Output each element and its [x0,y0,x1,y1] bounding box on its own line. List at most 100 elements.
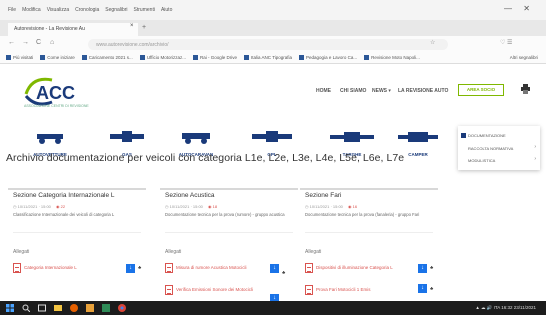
attachment-link[interactable]: Categoria Internazionale L [13,262,77,273]
bookmark-item[interactable]: Più visitati [6,55,33,60]
search-icon[interactable] [22,304,30,312]
attachment-link[interactable]: Prova Fari Motocicli 1 Emis [305,284,371,295]
bookmark-icon [299,55,305,60]
attachment-name: Categoria Internazionale L [24,265,77,270]
bookmark-item[interactable]: Revisione Moto Napoli... [364,55,420,60]
bookmark-item[interactable]: Caricamento 2021 s... [81,55,133,60]
url-bar[interactable]: www.autorevisione.com/archivio/ [88,39,448,50]
back-icon[interactable]: ← [8,39,15,46]
bookmark-icon [139,55,145,60]
navigation-bar: ← → C ⌂ www.autorevisione.com/archivio/ … [0,36,546,52]
forward-icon[interactable]: → [22,39,29,46]
nav-news-label: NEWS [372,88,387,94]
attachment-name: Misura di rumore Acustica Motocicli [176,265,247,270]
card-description: Classificazione Internazionale dei veico… [13,212,115,217]
camper-icon[interactable] [398,130,438,144]
card-title[interactable]: Sezione Acustica [165,192,215,199]
pdf-icon [305,284,313,295]
bookmark-item[interactable]: Ufficio Motorizzaz... [139,55,186,60]
pdf-icon [13,262,21,273]
task-view-icon[interactable] [38,304,46,312]
firefox-icon[interactable] [70,304,78,312]
bookmark-label: Caricamento 2021 s... [88,55,133,60]
attachment-name: Prova Fari Motocicli 1 Emis [316,287,371,292]
bookmark-item[interactable]: Rai - Google Drive [193,55,237,60]
share-icon[interactable]: ♣ [430,265,433,271]
card-title[interactable]: Sezione Categoria Internazionale L [13,192,115,199]
file-explorer-icon[interactable] [54,304,62,312]
card-meta: ◷ 10/11/2021 · 15:00 ◉ 18 [165,204,217,209]
bookmark-item[interactable]: Italia ANC Tipografia [244,55,292,60]
menu-edit[interactable]: Modifica [22,7,41,13]
home-icon[interactable]: ⌂ [50,39,54,46]
card-date: 10/11/2021 · 15:00 [309,204,343,209]
nav-home[interactable]: HOME [316,88,331,94]
menu-view[interactable]: Visualizza [47,7,69,13]
download-button[interactable]: ↓ [270,264,279,273]
bookmark-icon [244,55,250,60]
app-icon[interactable] [102,304,110,312]
menu-tools[interactable]: Strumenti [134,7,155,13]
autocaravan-icon[interactable] [180,130,212,144]
bookmark-item[interactable]: Pedagogia e Lavoro Ca... [299,55,357,60]
printer-icon[interactable] [521,84,530,94]
share-icon[interactable]: ♣ [282,270,285,276]
tab-close-icon[interactable]: × [130,23,134,29]
windows-start-icon[interactable] [6,304,14,312]
gas-icon[interactable] [110,130,144,144]
area-socio-button[interactable]: AREA SOCIO [458,84,504,96]
menu-item-modulistica[interactable]: MODULISTICA [468,158,495,163]
share-icon[interactable]: ♣ [430,286,433,292]
card-date: 10/11/2021 · 15:00 [169,204,203,209]
menu-history[interactable]: Cronologia [75,7,99,13]
bookmark-label: Italia ANC Tipografia [251,55,293,60]
site-header: ACC ASSOCIAZIONE CENTRI DI REVISIONE HOM… [0,64,546,124]
menu-help[interactable]: Aiuto [161,7,172,13]
attachment-link[interactable]: Verifica Emissioni Sonore dei Motocicli [165,284,253,295]
toolbar-icons[interactable]: ♡ ☰ [500,39,512,46]
hits-icon: ◉ 22 [56,204,66,209]
new-tab-button[interactable]: + [142,24,146,31]
os-taskbar: ▲ ☁ 🔊 ITA 16:32 23/11/2021 [0,301,546,315]
vehicle-label[interactable]: CAMPER [408,152,428,157]
reload-icon[interactable]: C [36,39,41,46]
hits-icon: ◉ 16 [348,204,358,209]
bookmark-icon [81,55,87,60]
menu-item-documentazione[interactable]: DOCUMENTAZIONE [468,133,506,138]
system-tray[interactable]: ▲ ☁ 🔊 ITA 16:32 23/11/2021 [475,305,536,311]
download-button[interactable]: ↓ [418,264,427,273]
minimize-button[interactable]: — [504,4,512,13]
menu-item-raccolta-normativa[interactable]: RACCOLTA NORMATIVA [468,146,513,151]
page-title: Archivio documentazione per veicoli con … [6,152,405,164]
chevron-right-icon: › [534,156,536,162]
gpl-icon[interactable] [252,130,292,144]
bookmark-item[interactable]: Come iniziare [40,55,75,60]
other-bookmarks[interactable]: Altri segnalibri [510,55,538,60]
svg-text:ACC: ACC [36,83,75,103]
menu-file[interactable]: File [8,7,16,13]
targhe-icon[interactable] [330,130,374,144]
attachment-link[interactable]: Misura di rumore Acustica Motocicli [165,262,247,273]
divider [13,232,141,233]
chrome-icon[interactable] [118,304,126,312]
download-button[interactable]: ↓ [418,284,427,293]
browser-window: File Modifica Visualizza Cronologia Segn… [0,0,546,315]
share-icon[interactable]: ♣ [138,265,141,271]
menu-bookmarks[interactable]: Segnalibri [105,7,127,13]
card-date: 10/11/2021 · 15:00 [17,204,51,209]
bookmark-label: Più visitati [13,55,34,60]
browser-tab[interactable]: Autorevisione - La Revisione Au × [8,23,138,36]
card-hits: 22 [60,204,66,209]
attachment-link[interactable]: Dispositivi di illuminazione Categoria L [305,262,393,273]
nav-news[interactable]: NEWS ▾ [372,88,391,94]
app-icon[interactable] [86,304,94,312]
card-hits: 18 [212,204,218,209]
nav-chi-siamo[interactable]: CHI SIAMO [340,88,366,94]
car-icon[interactable] [35,130,65,144]
bookmark-star-icon[interactable]: ☆ [430,39,435,46]
close-window-button[interactable]: ✕ [523,4,530,13]
download-button[interactable]: ↓ [126,264,135,273]
nav-revisione-auto[interactable]: LA REVISIONE AUTO [398,88,448,94]
card-title[interactable]: Sezione Fari [305,192,342,199]
menu-bar: File Modifica Visualizza Cronologia Segn… [0,0,546,20]
